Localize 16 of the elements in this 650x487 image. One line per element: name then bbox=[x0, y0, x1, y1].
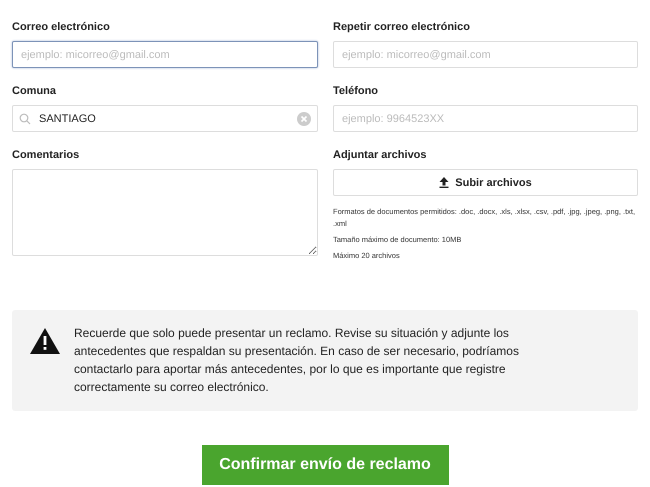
search-field[interactable]: SANTIAGO bbox=[12, 105, 318, 132]
field-value: SANTIAGO bbox=[39, 112, 96, 124]
upload-button[interactable]: Subir archivos bbox=[333, 169, 638, 196]
warning-icon bbox=[30, 328, 60, 354]
field-label: Adjuntar archivos bbox=[333, 148, 428, 162]
field-label: Repetir correo electrónico bbox=[333, 20, 471, 34]
upload-icon bbox=[439, 177, 450, 188]
notice-text: Recuerde que solo puede presentar un reclamo. Revise su situación y adjunte los antecedentes que respaldan su presentación. En caso de ser necesario, podríamos contactarlo para aportar más antecedentes, por lo que es importante que registre correctamente su correo electrónico. bbox=[74, 325, 520, 396]
clear-icon[interactable] bbox=[297, 112, 311, 126]
text-field[interactable]: ejemplo: micorreo@gmail.com bbox=[12, 41, 318, 68]
field-label: Comentarios bbox=[12, 148, 80, 162]
search-icon bbox=[19, 112, 31, 124]
field-label: Comuna bbox=[12, 84, 57, 98]
comments-field[interactable] bbox=[12, 169, 318, 256]
field-label: Teléfono bbox=[333, 84, 380, 98]
field-label: Correo electrónico bbox=[12, 20, 111, 34]
